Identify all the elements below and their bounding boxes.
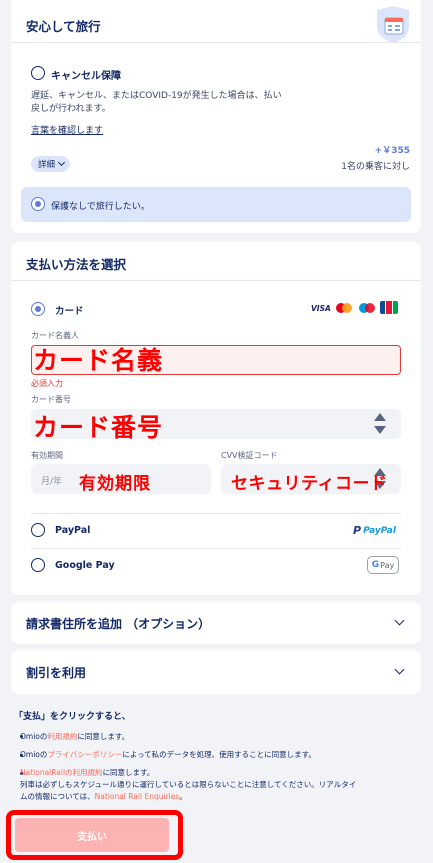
payment-divider	[11, 280, 421, 281]
consent-item-3-suffix: に同意します。	[102, 768, 155, 777]
required-error: 必須入力	[31, 379, 63, 388]
insurance-divider	[11, 42, 421, 43]
discount-card[interactable]: 割引を利用	[11, 650, 421, 694]
pay-button-label: 支払い	[77, 831, 107, 843]
consent-intro: 「支払」をクリックすると、	[14, 712, 131, 722]
visa-icon: VISA	[311, 304, 331, 313]
terms-of-use-link[interactable]: 利用規約	[47, 732, 77, 741]
no-insurance-label: 保護なしで旅行したい。	[51, 202, 150, 212]
per-passenger-text: 1名の乗客に対し	[341, 162, 410, 172]
expiry-placeholder: 月/年	[41, 477, 63, 487]
paypal-logo-text: PayPal	[363, 525, 396, 536]
insurance-title: 安心して旅行	[26, 19, 101, 34]
discount-title: 割引を利用	[26, 666, 87, 680]
cancel-protection-desc-2: 戻しが行われます。	[31, 104, 111, 114]
billing-address-title: 請求書住所を追加 （オプション）	[26, 617, 211, 631]
privacy-policy-link[interactable]: プライバシーポリシー	[47, 750, 122, 759]
payment-card: 支払い方法を選択 カード VISA カード名義人 カード名義 必須入力 カード番…	[11, 242, 421, 595]
payment-divider-3	[31, 548, 401, 549]
chevron-down-icon	[394, 664, 405, 675]
card-radio[interactable]	[31, 302, 45, 316]
cancel-protection-radio[interactable]	[31, 66, 45, 80]
card-holder-label: カード名義人	[31, 331, 79, 340]
consent-item-2-suffix: によって私のデータを処理、使用することに同意します。	[122, 750, 316, 759]
national-rail-terms-link[interactable]: NationalRailの利用規約	[20, 768, 103, 777]
consent-item-1: Omioの利用規約に同意します。	[20, 731, 129, 742]
details-badge-label: 詳細	[38, 160, 56, 170]
chevron-down-icon	[57, 158, 66, 167]
consent-item-1-prefix: Omioの	[20, 732, 48, 741]
chevron-down-icon	[394, 615, 405, 626]
pay-button[interactable]: 支払い	[15, 818, 169, 852]
national-rail-enquiries-link[interactable]: National Rail Enquiries	[95, 792, 180, 801]
payment-divider-2	[31, 513, 401, 514]
google-pay-radio[interactable]	[31, 558, 45, 572]
card-number-label: カード番号	[31, 395, 71, 404]
card-number-stepper[interactable]	[373, 412, 387, 436]
consent-item-2: Omioのプライバシーポリシーによって私のデータを処理、使用することに同意します…	[20, 749, 316, 760]
card-number-annotation: カード番号	[33, 413, 164, 442]
paypal-logo-icon: P PayPal	[353, 524, 396, 537]
mastercard-icon	[336, 303, 352, 313]
google-pay-label: Google Pay	[55, 560, 115, 571]
insurance-card: 安心して旅行 キャンセル保障 遅延、キャンセル、またはCOVID-19が発生した…	[11, 0, 421, 233]
no-insurance-radio[interactable]	[31, 197, 45, 211]
consent-item-3-line2: 列車は必ずしもスケジュール通りに運行しているとは限らないことに注意してください。…	[20, 780, 357, 789]
cancel-protection-title: キャンセル保障	[51, 71, 121, 82]
consent-item-3-line3-prefix: ムの情報については、	[20, 792, 95, 801]
paypal-label: PayPal	[55, 525, 91, 536]
no-insurance-option[interactable]: 保護なしで旅行したい。	[21, 187, 411, 222]
expiry-annotation: 有効期限	[79, 474, 151, 494]
expiry-label: 有効期間	[31, 451, 63, 460]
details-badge[interactable]: 詳細	[31, 156, 71, 172]
cvv-label: CVV検証コード	[221, 451, 278, 460]
consent-item-3: NationalRailの利用規約に同意します。 列車は必ずしもスケジュール通り…	[20, 767, 425, 803]
cvv-annotation: セキュリティコード	[231, 474, 388, 494]
consent-item-1-suffix: に同意します。	[77, 732, 130, 741]
consent-item-2-prefix: Omioの	[20, 750, 48, 759]
shield-illustration-icon	[373, 4, 413, 44]
consent-item-3-line3-suffix: 。	[179, 792, 187, 801]
paypal-radio[interactable]	[31, 523, 45, 537]
payment-title: 支払い方法を選択	[26, 257, 127, 272]
cancel-protection-desc-1: 遅延、キャンセル、またはCOVID-19が発生した場合は、払い	[31, 91, 282, 101]
maestro-icon	[359, 303, 375, 313]
google-pay-logo-text: Pay	[380, 560, 395, 570]
insurance-price: +￥355	[374, 146, 410, 156]
jcb-icon	[380, 301, 398, 314]
google-pay-logo-icon: G Pay	[367, 556, 399, 574]
card-label: カード	[55, 306, 84, 317]
terms-link[interactable]: 言葉を確認します	[31, 123, 103, 136]
card-holder-annotation: カード名義	[33, 346, 164, 375]
billing-address-card[interactable]: 請求書住所を追加 （オプション）	[11, 602, 421, 644]
